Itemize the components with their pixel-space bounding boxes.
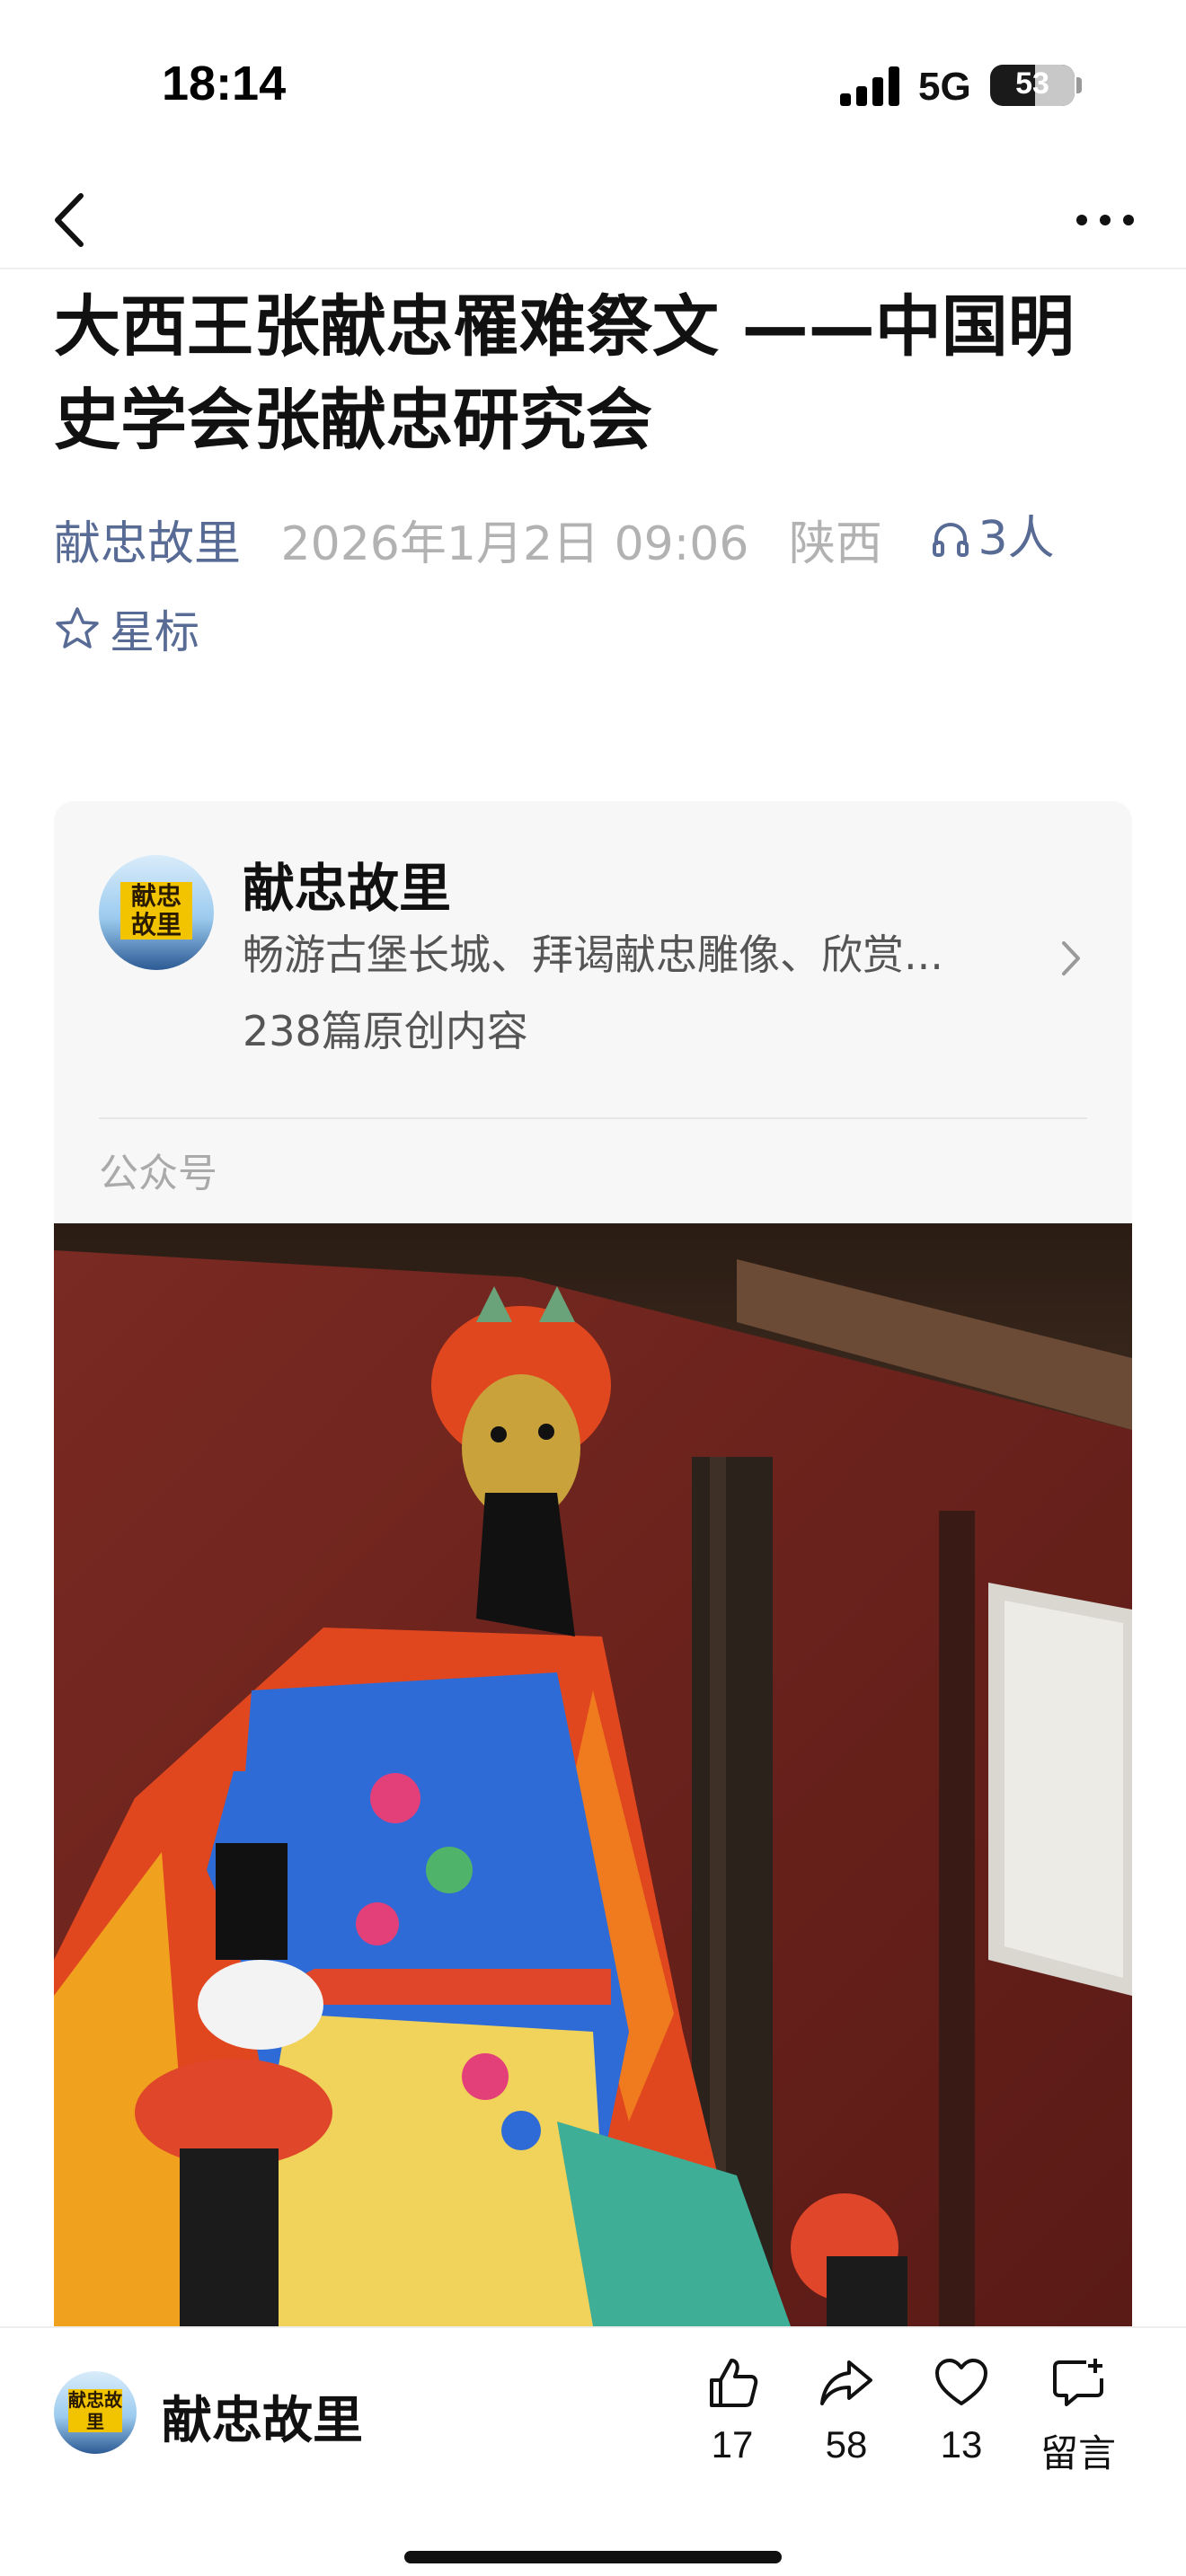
bottom-bar: 献忠故里 献忠故里 17 58 13 留言 [0, 2326, 1186, 2576]
battery-icon: 53 [990, 65, 1075, 106]
avatar-logo-text: 献忠故里 [120, 882, 192, 940]
headphones-icon [932, 523, 969, 557]
home-indicator[interactable] [404, 2551, 782, 2563]
star-button[interactable]: 星标 [54, 593, 199, 665]
listener-count: 3人 [978, 512, 1055, 566]
account-article-count: 238篇原创内容 [243, 1007, 528, 1055]
comment-label: 留言 [1040, 2432, 1116, 2475]
share-button[interactable]: 58 [792, 2355, 900, 2466]
article-image[interactable] [54, 1223, 1132, 2326]
article-title: 大西王张献忠罹难祭文 ——中国明史学会张献忠研究会 [54, 288, 1075, 459]
article-location: 陕西 [788, 517, 882, 571]
bottom-avatar-logo-text: 献忠故里 [68, 2389, 122, 2432]
account-type-label: 公众号 [99, 1151, 217, 1196]
favorite-button[interactable]: 13 [907, 2355, 1015, 2466]
card-divider [99, 1117, 1087, 1119]
chevron-right-icon [1062, 941, 1080, 975]
star-label: 星标 [110, 606, 199, 658]
account-description: 畅游古堡长城、拜谒献忠雕像、欣赏... [243, 931, 943, 979]
bottom-account-avatar[interactable]: 献忠故里 [54, 2371, 137, 2454]
battery-tip [1076, 77, 1082, 93]
thumbs-up-icon [710, 2359, 758, 2407]
heart-icon [935, 2359, 987, 2405]
network-type: 5G [918, 65, 971, 109]
bottom-account-name[interactable]: 献忠故里 [162, 2380, 363, 2453]
article-meta: 献忠故里 2026年1月2日 09:06 陕西 3人 [54, 503, 1150, 575]
favorite-count: 13 [940, 2423, 983, 2466]
account-name: 献忠故里 [243, 858, 452, 919]
status-bar: 18:14 5G 53 [0, 0, 1186, 171]
listen-button[interactable]: 3人 [930, 503, 1055, 575]
article-date: 2026年1月2日 09:06 [280, 517, 749, 571]
more-horizontal-icon[interactable] [1069, 198, 1141, 243]
comment-add-icon [1053, 2359, 1103, 2406]
battery-percent: 53 [1015, 66, 1049, 101]
nav-bar [0, 171, 1186, 269]
status-time: 18:14 [162, 57, 287, 110]
like-count: 17 [711, 2423, 754, 2466]
share-count: 58 [825, 2423, 868, 2466]
share-icon [820, 2360, 872, 2405]
chevron-left-icon[interactable] [45, 189, 99, 251]
article-author-link[interactable]: 献忠故里 [54, 517, 241, 571]
like-button[interactable]: 17 [678, 2355, 786, 2466]
statue-illustration [54, 1223, 1132, 2326]
star-icon [56, 607, 99, 648]
cellular-signal-icon [840, 65, 899, 106]
account-avatar: 献忠故里 [99, 855, 214, 970]
account-card[interactable]: 献忠故里 献忠故里 畅游古堡长城、拜谒献忠雕像、欣赏... 238篇原创内容 公… [54, 801, 1132, 1223]
comment-button[interactable]: 留言 [1024, 2355, 1132, 2478]
